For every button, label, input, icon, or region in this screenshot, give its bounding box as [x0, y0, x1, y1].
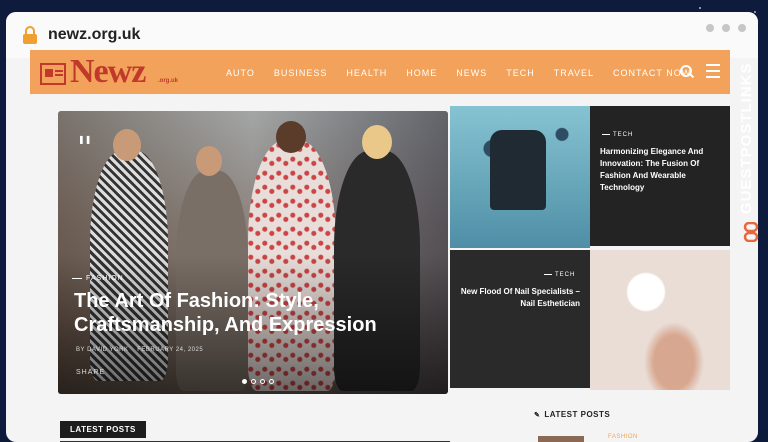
sidebar-latest-posts: LATEST POSTS	[534, 410, 610, 419]
logo-icon	[40, 63, 66, 85]
slider-dot[interactable]	[269, 379, 274, 384]
nav-item-health[interactable]: HEALTH	[346, 68, 387, 78]
watermark: GUESTPOSTLINKS	[736, 30, 768, 250]
hero-figure-head	[113, 129, 141, 161]
sidebar-post-thumbnail[interactable]	[538, 436, 584, 442]
slider-dot[interactable]	[242, 379, 247, 384]
search-icon[interactable]	[680, 65, 692, 77]
tile-wearable-tech[interactable]: TECH Harmonizing Elegance And Innovation…	[590, 106, 730, 246]
hero-figure-head	[196, 146, 222, 176]
site-header: Newz .org.uk AUTO BUSINESS HEALTH HOME N…	[30, 50, 730, 94]
nav-item-news[interactable]: NEWS	[456, 68, 487, 78]
slider-dot[interactable]	[260, 379, 265, 384]
tile-category[interactable]: TECH	[544, 272, 575, 278]
hero-figure-head	[276, 121, 306, 153]
hero-author[interactable]: BY DAVID YORK	[76, 347, 129, 353]
watermark-text: GUESTPOSTLINKS	[738, 62, 755, 214]
lock-icon	[23, 26, 37, 44]
share-button[interactable]: SHARE	[76, 369, 105, 376]
tile-nail-specialists[interactable]: TECH New Flood Of Nail Specialists – Nai…	[450, 250, 590, 388]
nav-item-travel[interactable]: TRAVEL	[554, 68, 594, 78]
latest-posts-label: LATEST POSTS	[60, 421, 146, 438]
slider-dot[interactable]	[251, 379, 256, 384]
main-nav: AUTO BUSINESS HEALTH HOME NEWS TECH TRAV…	[226, 68, 710, 78]
nav-item-tech[interactable]: TECH	[506, 68, 535, 78]
window-dot[interactable]	[722, 24, 730, 32]
site-logo[interactable]: Newz .org.uk	[40, 53, 180, 90]
logo-text: Newz	[70, 53, 146, 90]
latest-posts-header: LATEST POSTS	[60, 421, 450, 442]
sidebar-post-category[interactable]: FASHION	[608, 434, 638, 440]
link-icon	[743, 222, 759, 242]
hero-category[interactable]: FASHION	[72, 275, 124, 282]
tile-title[interactable]: New Flood Of Nail Specialists – Nail Est…	[458, 286, 580, 310]
slider-dots	[242, 379, 274, 384]
tile-image-wearable-tech[interactable]	[450, 106, 590, 248]
hero-title[interactable]: The Art Of Fashion: Style, Craftsmanship…	[74, 289, 404, 337]
nav-item-auto[interactable]: AUTO	[226, 68, 255, 78]
nav-item-home[interactable]: HOME	[406, 68, 437, 78]
page-content: ❚❚ FASHION The Art Of Fashion: Style, Cr…	[30, 94, 730, 442]
tile-category[interactable]: TECH	[602, 132, 633, 138]
hamburger-menu-icon[interactable]	[706, 64, 720, 82]
browser-window: newz.org.uk Newz .org.uk AUTO BUSINESS H…	[6, 12, 758, 442]
address-bar[interactable]: newz.org.uk	[48, 26, 140, 44]
window-dot[interactable]	[706, 24, 714, 32]
nav-item-business[interactable]: BUSINESS	[274, 68, 328, 78]
logo-subtext: .org.uk	[158, 78, 179, 84]
pause-icon[interactable]: ❚❚	[78, 135, 91, 144]
hero-figure-head	[362, 125, 392, 159]
hero-meta: BY DAVID YORK FEBRUARY 24, 2025	[76, 347, 203, 353]
tile-image-nails[interactable]	[590, 250, 730, 390]
tile-title[interactable]: Harmonizing Elegance And Innovation: The…	[600, 146, 718, 194]
jacket-image	[490, 130, 546, 210]
hero-slide[interactable]: ❚❚ FASHION The Art Of Fashion: Style, Cr…	[58, 111, 448, 394]
hero-date: FEBRUARY 24, 2025	[137, 347, 204, 353]
